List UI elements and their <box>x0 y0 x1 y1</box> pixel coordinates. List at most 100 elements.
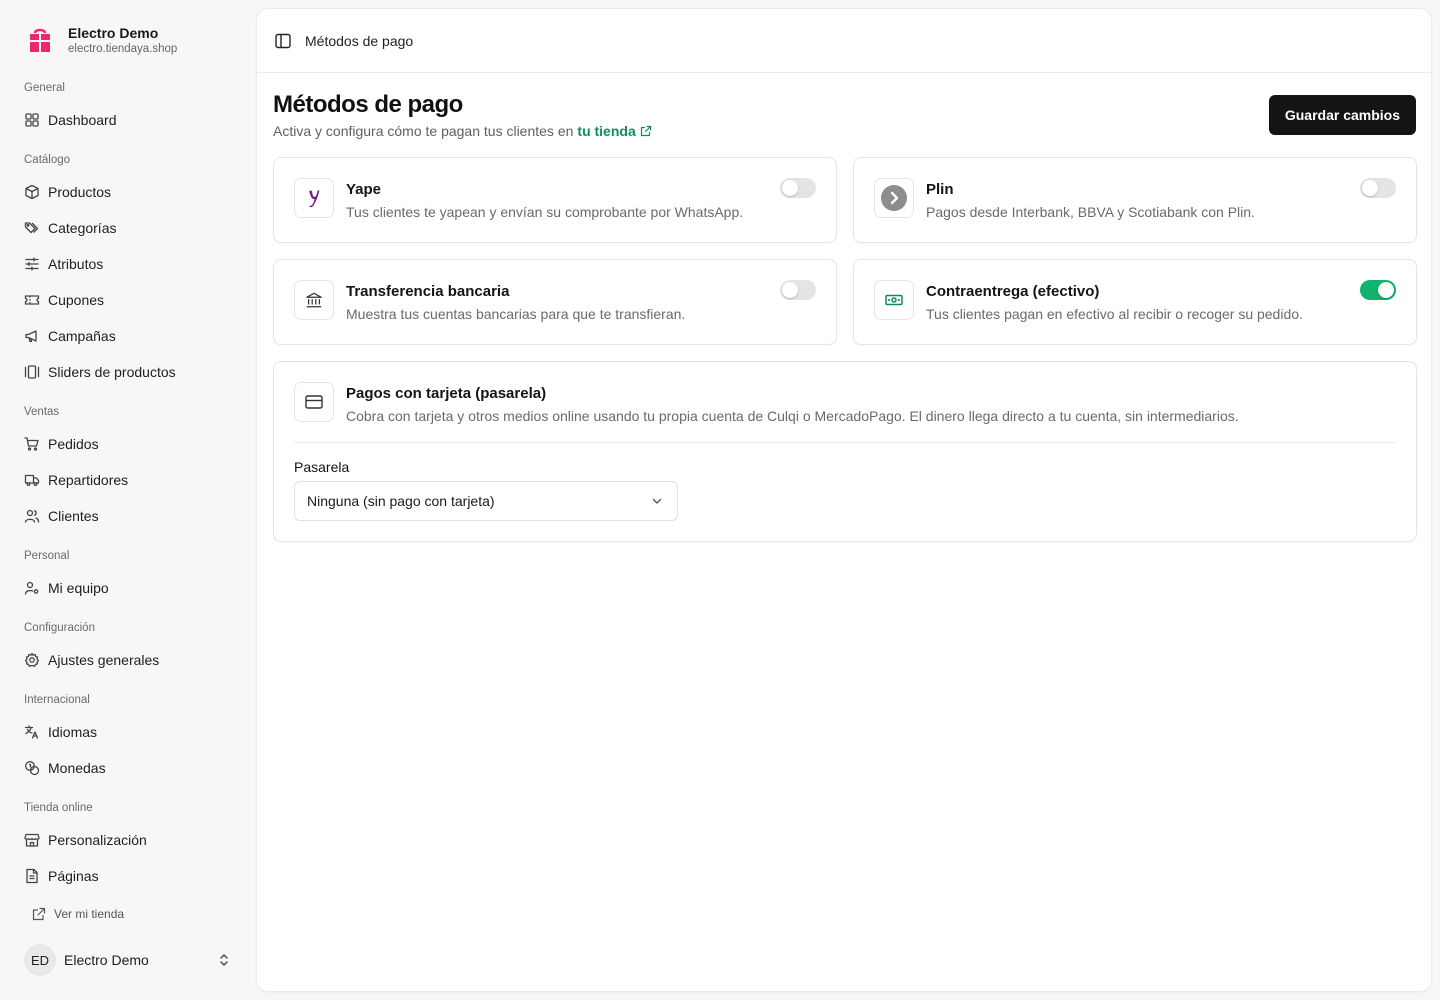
brand-name: Electro Demo <box>68 24 159 41</box>
store-icon <box>24 833 40 847</box>
gallery-icon <box>24 365 40 379</box>
sidebar-item-label: Atributos <box>48 256 104 272</box>
sidebar-item-ajustes-generales[interactable]: Ajustes generales <box>16 644 240 676</box>
gear-icon <box>24 652 40 667</box>
gateway-field-label: Pasarela <box>294 459 350 475</box>
sidebar-item-categorias[interactable]: Categorías <box>16 212 240 244</box>
sidebar-item-idiomas[interactable]: Idiomas <box>16 716 240 748</box>
sidebar-item-clientes[interactable]: Clientes <box>16 500 240 532</box>
sidebar-item-label: Campañas <box>48 328 116 344</box>
divider <box>294 442 1396 443</box>
payment-card-description: Tus clientes te yapean y envían su compr… <box>346 204 744 220</box>
yape-toggle[interactable] <box>780 178 816 198</box>
sidebar-item-repartidores[interactable]: Repartidores <box>16 464 240 496</box>
payment-card-plin: Plin Pagos desde Interbank, BBVA y Scoti… <box>853 157 1417 243</box>
gateway-select-value: Ninguna (sin pago con tarjeta) <box>307 493 495 509</box>
avatar: ED <box>24 944 56 976</box>
bank-icon <box>294 280 334 320</box>
store-link-label: tu tienda <box>577 123 636 139</box>
sliders-icon <box>25 257 39 271</box>
plin-toggle[interactable] <box>1360 178 1396 198</box>
view-store-link[interactable]: Ver mi tienda <box>32 904 124 924</box>
payment-card-title: Plin <box>926 181 954 198</box>
payment-card-gateway: Pagos con tarjeta (pasarela) Cobra con t… <box>273 361 1417 542</box>
sidebar: Electro Demo electro.tiendaya.shop Gener… <box>0 0 256 1000</box>
sidebar-toggle-icon[interactable] <box>274 32 292 50</box>
sidebar-item-mi-equipo[interactable]: Mi equipo <box>16 572 240 604</box>
toggle-knob <box>782 180 798 196</box>
languages-icon <box>24 725 39 739</box>
coins-icon <box>25 761 40 776</box>
page-title: Métodos de pago <box>273 91 463 118</box>
truck-icon <box>24 474 40 486</box>
sidebar-item-label: Cupones <box>48 292 105 308</box>
grid-icon <box>25 113 39 127</box>
page-subtitle: Activa y configura cómo te pagan tus cli… <box>273 123 652 139</box>
payment-card-contraentrega: Contraentrega (efectivo) Tus clientes pa… <box>853 259 1417 345</box>
sidebar-item-campanas[interactable]: Campañas <box>16 320 240 352</box>
payment-card-title: Pagos con tarjeta (pasarela) <box>346 385 547 402</box>
payment-card-description: Muestra tus cuentas bancarias para que t… <box>346 306 686 322</box>
sidebar-item-pedidos[interactable]: Pedidos <box>16 428 240 460</box>
view-store-label: Ver mi tienda <box>54 907 125 921</box>
sidebar-item-label: Pedidos <box>48 436 99 452</box>
transferencia-toggle[interactable] <box>780 280 816 300</box>
credit-card-icon <box>294 382 334 422</box>
sidebar-item-dashboard[interactable]: Dashboard <box>16 104 240 136</box>
payment-card-transferencia: Transferencia bancaria Muestra tus cuent… <box>273 259 837 345</box>
file-icon <box>26 868 38 884</box>
sidebar-item-label: Clientes <box>48 508 99 524</box>
toggle-knob <box>1362 180 1378 196</box>
megaphone-icon <box>25 330 37 343</box>
cash-icon <box>874 280 914 320</box>
payment-card-title: Transferencia bancaria <box>346 283 510 300</box>
nav-group-ventas: Ventas <box>24 406 60 418</box>
payment-card-description: Cobra con tarjeta y otros medios online … <box>346 408 1239 424</box>
user-cog-icon <box>24 581 39 595</box>
nav-group-catalogo: Catálogo <box>24 154 71 166</box>
user-menu[interactable]: ED Electro Demo <box>16 940 240 980</box>
chevron-down-icon <box>652 498 662 504</box>
sidebar-item-label: Personalización <box>48 832 147 848</box>
sidebar-item-label: Dashboard <box>48 112 117 128</box>
payment-card-description: Pagos desde Interbank, BBVA y Scotiabank… <box>926 204 1255 220</box>
breadcrumb: Métodos de pago <box>305 32 414 49</box>
sidebar-item-label: Repartidores <box>48 472 129 488</box>
sidebar-item-sliders[interactable]: Sliders de productos <box>16 356 240 388</box>
sidebar-item-label: Productos <box>48 184 112 200</box>
save-button[interactable]: Guardar cambios <box>1268 95 1416 135</box>
sidebar-item-cupones[interactable]: Cupones <box>16 284 240 316</box>
sidebar-item-personalizacion[interactable]: Personalización <box>16 824 240 856</box>
toggle-knob <box>782 282 798 298</box>
topbar: Métodos de pago <box>257 9 1431 73</box>
sidebar-item-label: Monedas <box>48 760 106 776</box>
toggle-knob <box>1378 282 1394 298</box>
ticket-icon <box>24 295 40 305</box>
yape-icon <box>294 178 334 218</box>
sidebar-item-monedas[interactable]: Monedas <box>16 752 240 784</box>
main-panel: Métodos de pago Métodos de pago Activa y… <box>256 8 1432 992</box>
payment-card-description: Tus clientes pagan en efectivo al recibi… <box>926 306 1303 322</box>
brand-logo-icon <box>30 28 50 52</box>
brand-url: electro.tiendaya.shop <box>68 42 178 55</box>
sidebar-item-atributos[interactable]: Atributos <box>16 248 240 280</box>
payment-card-yape: Yape Tus clientes te yapean y envían su … <box>273 157 837 243</box>
user-name: Electro Demo <box>64 952 149 968</box>
contraentrega-toggle[interactable] <box>1360 280 1396 300</box>
sidebar-item-label: Categorías <box>48 220 117 236</box>
sidebar-item-label: Sliders de productos <box>48 364 176 380</box>
external-link-icon <box>640 125 651 137</box>
cart-icon <box>24 437 39 451</box>
payment-card-title: Contraentrega (efectivo) <box>926 283 1100 300</box>
box-icon <box>25 184 39 200</box>
payment-card-title: Yape <box>346 181 382 198</box>
brand-header[interactable]: Electro Demo electro.tiendaya.shop <box>24 24 177 56</box>
store-link[interactable]: tu tienda <box>577 123 651 139</box>
nav-group-configuracion: Configuración <box>24 622 95 634</box>
gateway-select[interactable]: Ninguna (sin pago con tarjeta) <box>294 481 678 521</box>
nav-group-personal: Personal <box>24 550 70 562</box>
nav-group-general: General <box>24 82 65 94</box>
sidebar-item-productos[interactable]: Productos <box>16 176 240 208</box>
sidebar-item-paginas[interactable]: Páginas <box>16 860 240 892</box>
nav-group-internacional: Internacional <box>24 694 90 706</box>
